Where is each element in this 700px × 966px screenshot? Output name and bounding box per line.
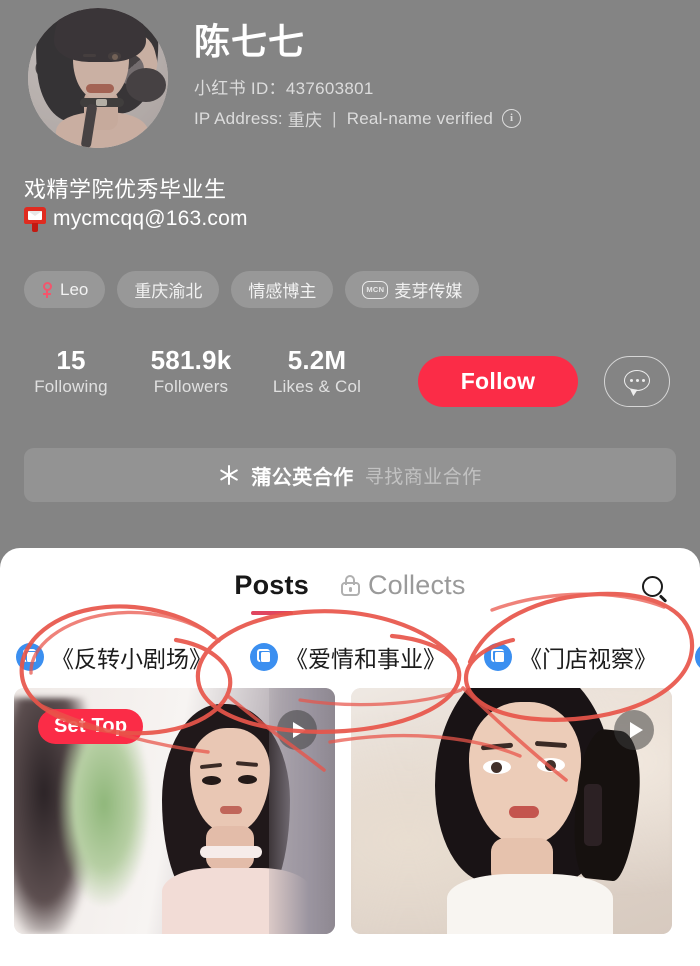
album-icon	[484, 643, 512, 671]
profile-stats: 15 Following 581.9k Followers 5.2M Likes…	[0, 345, 700, 412]
lock-icon	[340, 575, 360, 596]
tab-label: Collects	[367, 570, 466, 600]
cooperation-title: 蒲公英合作	[251, 466, 354, 489]
set-top-badge: Set Top	[38, 709, 144, 744]
search-button[interactable]	[634, 568, 678, 612]
ip-address-value: 重庆	[287, 111, 323, 130]
play-icon[interactable]	[277, 710, 317, 750]
realname-verified-text: Real-name verified	[346, 108, 494, 128]
user-id-label: 小红书 ID：	[194, 79, 286, 98]
collection-chip[interactable]: 《反转小剧场》	[16, 640, 212, 674]
message-button[interactable]	[604, 356, 670, 407]
tab-collects[interactable]: Collects	[340, 570, 466, 601]
tag-label: 麦芽传媒	[394, 282, 463, 301]
meta-separator: |	[332, 108, 337, 128]
tab-label: Posts	[234, 570, 309, 600]
tab-posts[interactable]: Posts	[234, 570, 309, 615]
collection-label: 《反转小剧场》	[51, 646, 212, 672]
mcn-badge-icon: MCN	[362, 280, 389, 299]
tab-active-underline	[250, 611, 293, 615]
zodiac-leo-icon	[41, 281, 54, 298]
collection-label: 《爱情和事业》	[285, 646, 446, 672]
avatar-image	[28, 8, 168, 148]
album-icon	[695, 643, 700, 671]
ip-verified-row: IP Address: 重庆 | Real-name verified i	[194, 106, 522, 131]
ip-address-label: IP Address:	[194, 108, 283, 128]
profile-tags: Leo 重庆渝北 情感博主 MCN 麦芽传媒	[24, 271, 480, 308]
dandelion-icon	[218, 464, 240, 486]
tag-label: 情感博主	[248, 282, 317, 301]
bio-text: 戏精学院优秀毕业生	[24, 177, 227, 202]
stat-label: Followers	[153, 376, 229, 396]
tag-zodiac[interactable]: Leo	[24, 271, 106, 308]
collection-chip[interactable]: 《爱情和事业》	[250, 640, 446, 674]
follow-button[interactable]: Follow	[418, 356, 578, 407]
collection-chip[interactable]: 《门店视察》	[484, 640, 657, 674]
contact-email-text: mycmcqq@163.com	[53, 207, 248, 230]
collection-label: 《门店视察》	[519, 646, 657, 672]
stat-value: 581.9k	[150, 345, 232, 375]
search-icon	[642, 576, 670, 604]
profile-header: 陈七七 小红书 ID：437603801 IP Address: 重庆 | Re…	[0, 0, 700, 548]
play-icon[interactable]	[614, 710, 654, 750]
stat-likes-collections[interactable]: 5.2M Likes & Col	[258, 345, 376, 399]
info-icon[interactable]: i	[502, 109, 522, 128]
contact-email-row: mycmcqq@163.com	[24, 206, 248, 232]
avatar[interactable]	[28, 8, 168, 148]
tag-category[interactable]: 情感博主	[231, 271, 334, 308]
dandelion-cooperation-banner[interactable]: 蒲公英合作 寻找商业合作	[24, 448, 676, 502]
user-id-row: 小红书 ID：437603801	[194, 74, 374, 99]
content-panel: Posts Collects 《反转小剧场》 《爱情和事业》 《门店视察》 Se…	[0, 548, 700, 966]
stat-followers[interactable]: 581.9k Followers	[136, 345, 246, 399]
stat-label: Likes & Col	[272, 376, 362, 396]
tag-mcn-agency[interactable]: MCN 麦芽传媒	[345, 271, 480, 308]
page-title: 陈七七	[194, 21, 306, 62]
tag-label: 重庆渝北	[134, 282, 203, 301]
album-icon	[250, 643, 278, 671]
chat-bubble-icon	[624, 369, 650, 397]
post-card[interactable]: Set Top	[14, 688, 335, 934]
stat-following[interactable]: 15 Following	[24, 345, 118, 399]
user-id-value: 437603801	[285, 79, 374, 98]
tabs-bar: Posts Collects	[0, 548, 700, 626]
cooperation-subtitle: 寻找商业合作	[364, 466, 482, 488]
collection-chip-partial[interactable]	[695, 643, 700, 671]
stat-value: 15	[56, 345, 86, 375]
tag-location[interactable]: 重庆渝北	[117, 271, 220, 308]
album-icon	[16, 643, 44, 671]
collections-row[interactable]: 《反转小剧场》 《爱情和事业》 《门店视察》	[0, 626, 700, 688]
tag-label: Leo	[60, 279, 89, 299]
stat-value: 5.2M	[287, 345, 347, 375]
stat-label: Following	[34, 376, 108, 396]
post-card[interactable]	[351, 688, 672, 934]
posts-grid: Set Top	[0, 688, 700, 934]
mailbox-icon	[24, 206, 46, 232]
